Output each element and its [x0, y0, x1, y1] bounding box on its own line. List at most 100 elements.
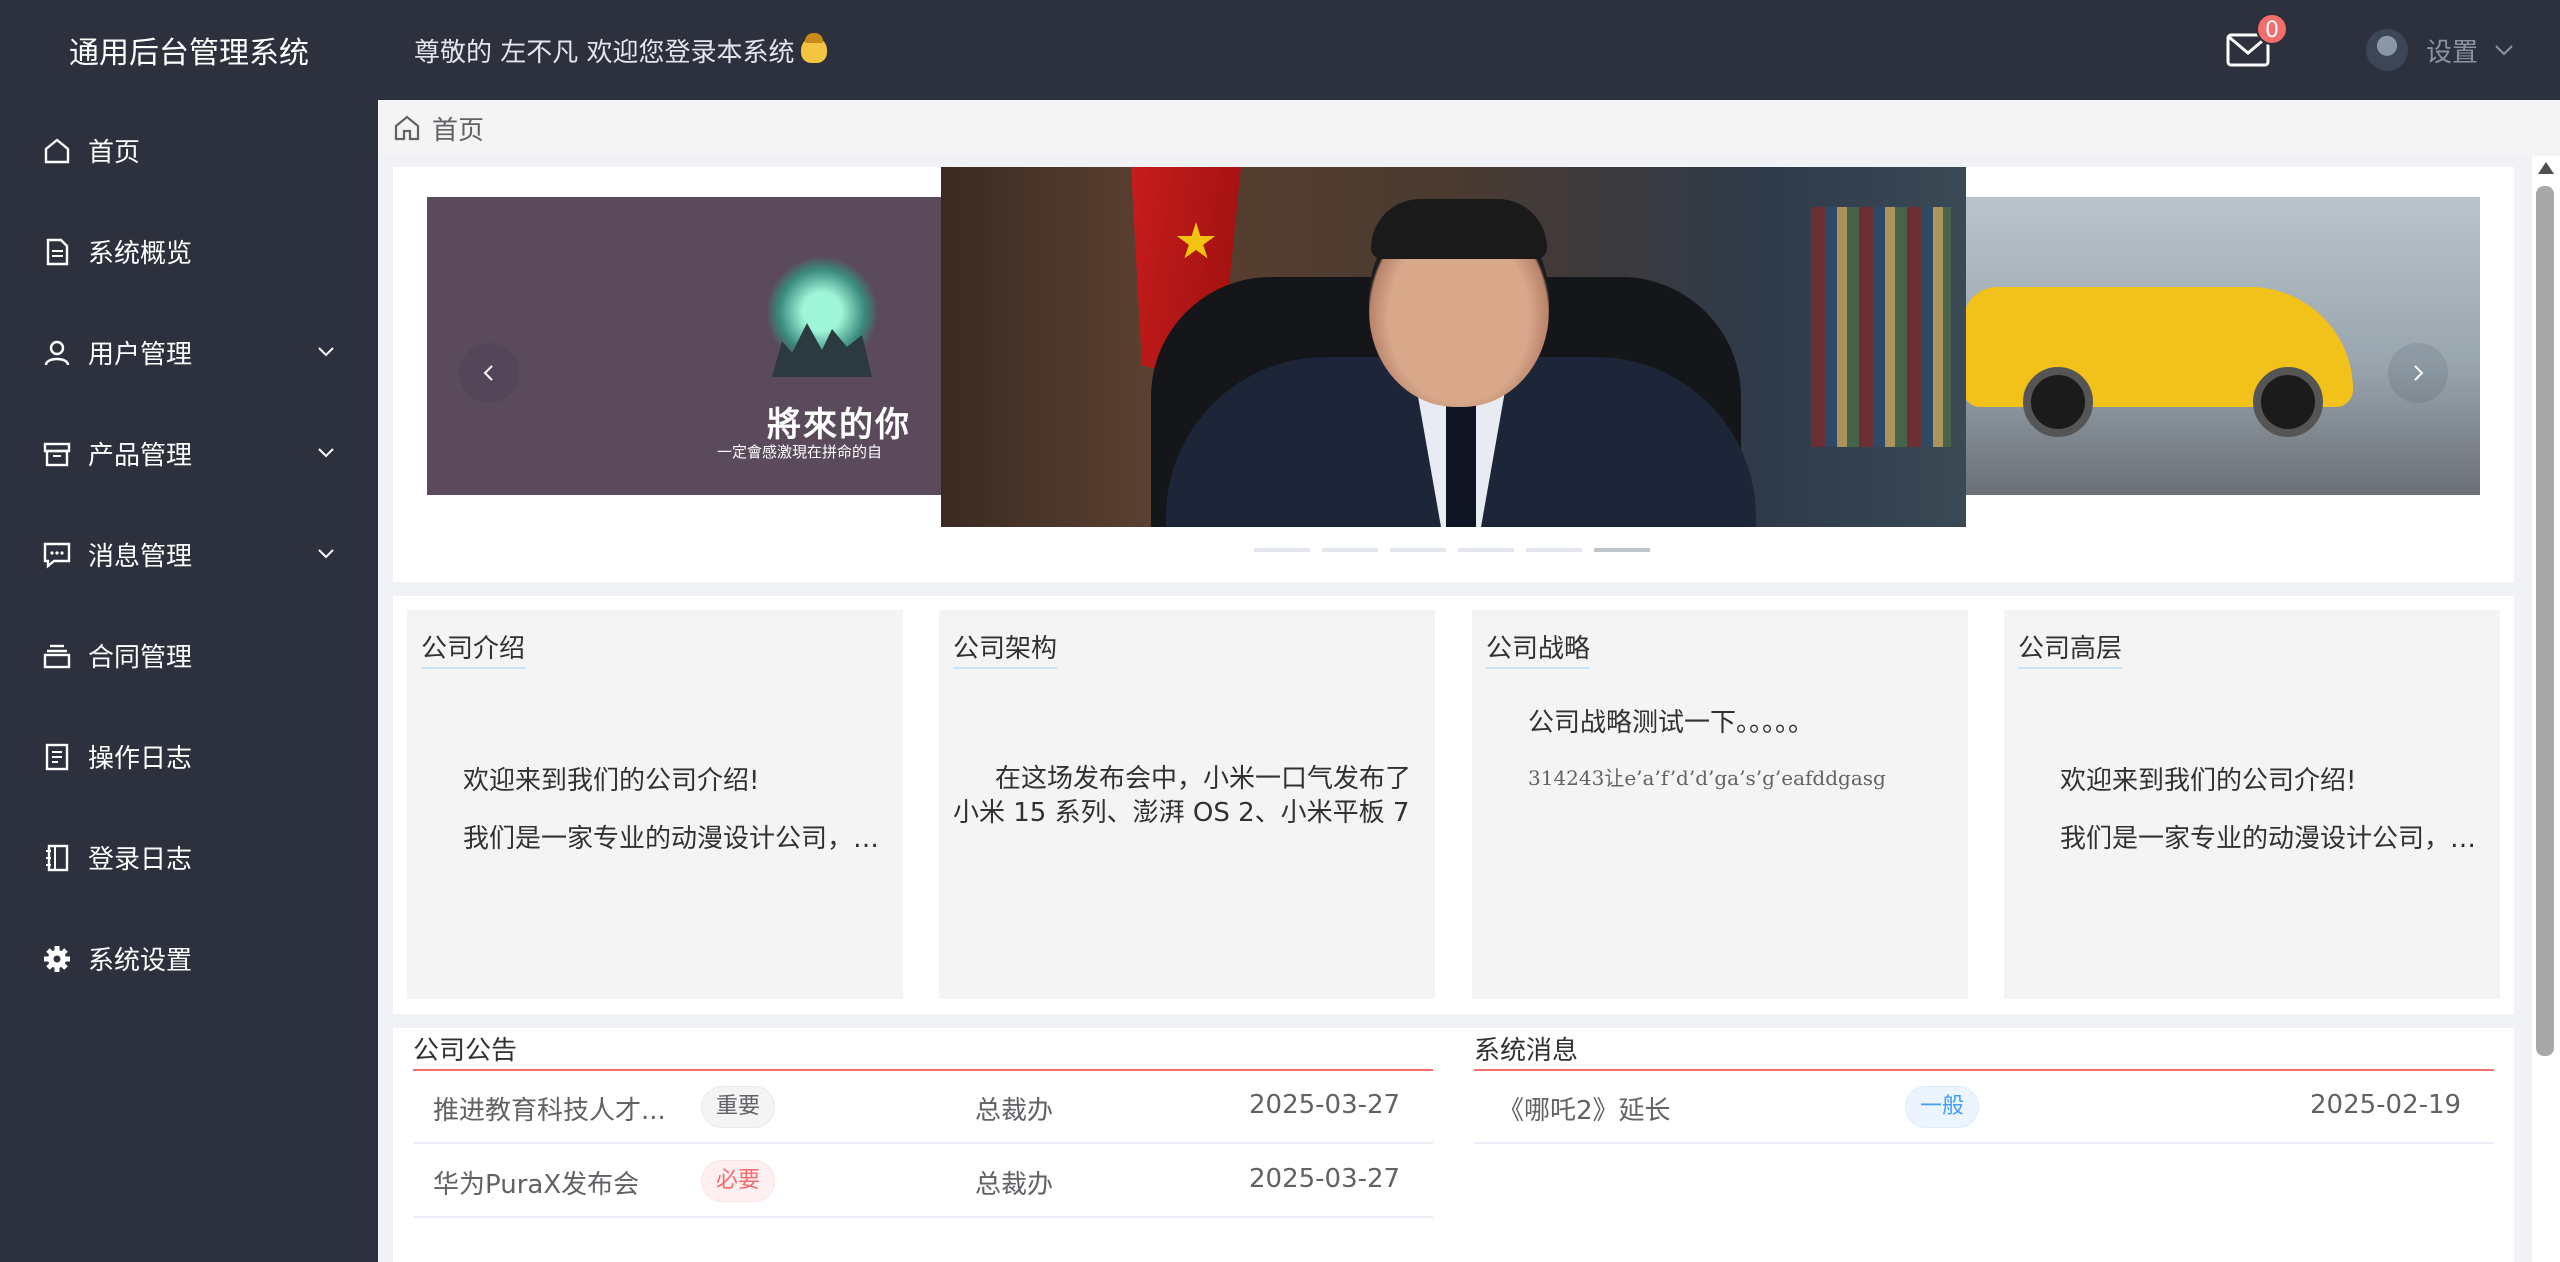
- sidebar-item-login-log[interactable]: 登录日志: [0, 807, 378, 908]
- sidebar-item-label: 消息管理: [88, 542, 193, 572]
- car-wheel-image: [2023, 367, 2093, 437]
- status-badge: 必要: [701, 1160, 776, 1202]
- card-text: 欢迎来到我们的公司介绍!: [2060, 766, 2357, 796]
- sidebar-item-products[interactable]: 产品管理: [0, 403, 378, 504]
- notebook-icon: [40, 841, 74, 875]
- card-text: 欢迎来到我们的公司介绍!: [463, 766, 760, 796]
- gear-icon: [40, 942, 74, 976]
- welcome-text: 尊敬的 左不凡 欢迎您登录本系统: [414, 37, 795, 68]
- home-icon: [394, 115, 420, 141]
- card-text: 314243让e’a’f’d’d’ga’s’g’eafddgasg: [1528, 766, 1886, 790]
- stack-icon: [40, 639, 74, 673]
- card-title: 公司介绍: [421, 628, 526, 669]
- chevron-down-icon: [318, 347, 334, 357]
- sidebar-item-label: 产品管理: [88, 441, 193, 471]
- bottom-panels: 公司公告 推进教育科技人才... 重要 总裁办 2025-03-27 华为Pur…: [393, 1028, 2514, 1262]
- carousel-dot-active[interactable]: [1594, 548, 1650, 552]
- table-row[interactable]: 华为PuraX发布会 必要 总裁办 2025-03-27: [413, 1144, 1433, 1218]
- breadcrumb-home[interactable]: 首页: [432, 110, 484, 147]
- announcement-date: 2025-03-27: [1249, 1164, 1401, 1194]
- sidebar-item-home[interactable]: 首页: [0, 100, 378, 201]
- carousel-indicators: [1254, 548, 1650, 552]
- card-title: 公司架构: [953, 628, 1058, 669]
- app-title: 通用后台管理系统: [69, 36, 309, 71]
- sidebar-item-label: 操作日志: [88, 744, 193, 774]
- car-wheel-image: [2253, 367, 2323, 437]
- chevron-down-icon: [318, 448, 334, 458]
- card-text: 我们是一家专业的动漫设计公司，致力于为客户提供优质的服务: [463, 824, 889, 854]
- message-date: 2025-02-19: [2310, 1090, 2462, 1120]
- home-icon: [40, 134, 74, 168]
- avatar[interactable]: [2365, 29, 2408, 71]
- box-icon: [40, 437, 74, 471]
- table-row[interactable]: 《哪吒2》延长 一般 2025-02-19: [1474, 1070, 2494, 1144]
- carousel-dot[interactable]: [1322, 548, 1378, 552]
- breadcrumb: 首页: [378, 100, 2560, 156]
- mail-button[interactable]: 0: [2226, 13, 2288, 67]
- sidebar-item-label: 系统设置: [88, 946, 193, 976]
- announcement-dept: 总裁办: [975, 1096, 1054, 1126]
- image-carousel[interactable]: 將來的你 一定會感激現在拼命的自: [393, 167, 2514, 582]
- tickets-icon: [40, 740, 74, 774]
- slide-subtitle: 一定會感激現在拼命的自: [717, 443, 883, 461]
- scrollbar[interactable]: [2532, 156, 2560, 1262]
- document-icon: [40, 235, 74, 269]
- announcement-dept: 总裁办: [975, 1170, 1054, 1200]
- chevron-down-icon: [318, 549, 334, 559]
- card-title: 公司战略: [1486, 628, 1591, 669]
- announcement-date: 2025-03-27: [1249, 1090, 1401, 1120]
- carousel-dot[interactable]: [1390, 548, 1446, 552]
- sidebar-item-label: 首页: [88, 138, 141, 168]
- carousel-dot[interactable]: [1526, 548, 1582, 552]
- scroll-up-arrow-icon[interactable]: [2538, 162, 2554, 174]
- top-header: 通用后台管理系统 尊敬的 左不凡 欢迎您登录本系统 0 设置: [0, 0, 2560, 100]
- info-cards-section: 公司介绍 欢迎来到我们的公司介绍! 我们是一家专业的动漫设计公司，致力于为客户提…: [393, 596, 2514, 1014]
- sidebar-item-operation-log[interactable]: 操作日志: [0, 706, 378, 807]
- portrait-hair-image: [1371, 199, 1547, 259]
- card-company-executives[interactable]: 公司高层 欢迎来到我们的公司介绍! 我们是一家专业的动漫设计公司，致力于为客户提…: [2004, 610, 2500, 999]
- sidebar-item-messages[interactable]: 消息管理: [0, 504, 378, 605]
- bookshelf-image: [1811, 207, 1951, 447]
- message-title[interactable]: 《哪吒2》延长: [1498, 1090, 1671, 1127]
- chevron-right-icon: [2414, 365, 2424, 381]
- carousel-slide-active[interactable]: [941, 167, 1966, 527]
- card-company-strategy[interactable]: 公司战略 公司战略测试一下。。。。。 314243让e’a’f’d’d’ga’s…: [1472, 610, 1968, 999]
- user-emoji-icon: [800, 33, 827, 63]
- sidebar-item-label: 合同管理: [88, 643, 193, 673]
- user-icon: [40, 336, 74, 370]
- card-company-structure[interactable]: 公司架构 在这场发布会中，小米一口气发布了小米 15 系列、澎湃 OS 2、小米…: [939, 610, 1435, 999]
- card-text: 我们是一家专业的动漫设计公司，致力于为客户提供优质的服务: [2060, 824, 2486, 854]
- announcements-title: 公司公告: [413, 1030, 1433, 1071]
- message-icon: [40, 538, 74, 572]
- carousel-dot[interactable]: [1458, 548, 1514, 552]
- tie-image: [1446, 387, 1476, 527]
- slide-title: 將來的你: [767, 405, 911, 445]
- card-title: 公司高层: [2018, 628, 2123, 669]
- sidebar-item-contracts[interactable]: 合同管理: [0, 605, 378, 706]
- sidebar-item-users[interactable]: 用户管理: [0, 302, 378, 403]
- announcement-title[interactable]: 推进教育科技人才...: [433, 1090, 666, 1127]
- table-row[interactable]: 推进教育科技人才... 重要 总裁办 2025-03-27: [413, 1070, 1433, 1144]
- status-badge: 重要: [701, 1086, 776, 1128]
- card-text: 公司战略测试一下。。。。。: [1528, 708, 1815, 738]
- sidebar-item-overview[interactable]: 系统概览: [0, 201, 378, 302]
- card-text: 在这场发布会中，小米一口气发布了小米 15 系列、澎湃 OS 2、小米平板 7 …: [953, 764, 1412, 828]
- sidebar-item-label: 用户管理: [88, 340, 193, 370]
- chevron-down-icon[interactable]: [2490, 36, 2518, 64]
- card-company-intro[interactable]: 公司介绍 欢迎来到我们的公司介绍! 我们是一家专业的动漫设计公司，致力于为客户提…: [407, 610, 903, 999]
- scroll-thumb[interactable]: [2536, 186, 2554, 1056]
- announcement-title[interactable]: 华为PuraX发布会: [433, 1164, 639, 1201]
- carousel-dot[interactable]: [1254, 548, 1310, 552]
- sidebar-item-label: 登录日志: [88, 845, 193, 875]
- carousel-slide-left[interactable]: 將來的你 一定會感激現在拼命的自: [427, 197, 947, 495]
- welcome-message: 尊敬的 左不凡 欢迎您登录本系统: [414, 32, 827, 69]
- settings-dropdown[interactable]: 设置: [2426, 32, 2478, 69]
- sidebar-item-label: 系统概览: [88, 239, 193, 269]
- sidebar: 首页 系统概览 用户管理 产品管理 消息管理 合同管理 操作日志 登录日志 系统…: [0, 100, 378, 1262]
- status-badge: 一般: [1905, 1086, 1980, 1128]
- sidebar-item-settings[interactable]: 系统设置: [0, 908, 378, 1009]
- carousel-prev-button[interactable]: [459, 343, 519, 403]
- chevron-left-icon: [483, 365, 493, 381]
- carousel-next-button[interactable]: [2388, 343, 2448, 403]
- mail-badge: 0: [2255, 13, 2288, 45]
